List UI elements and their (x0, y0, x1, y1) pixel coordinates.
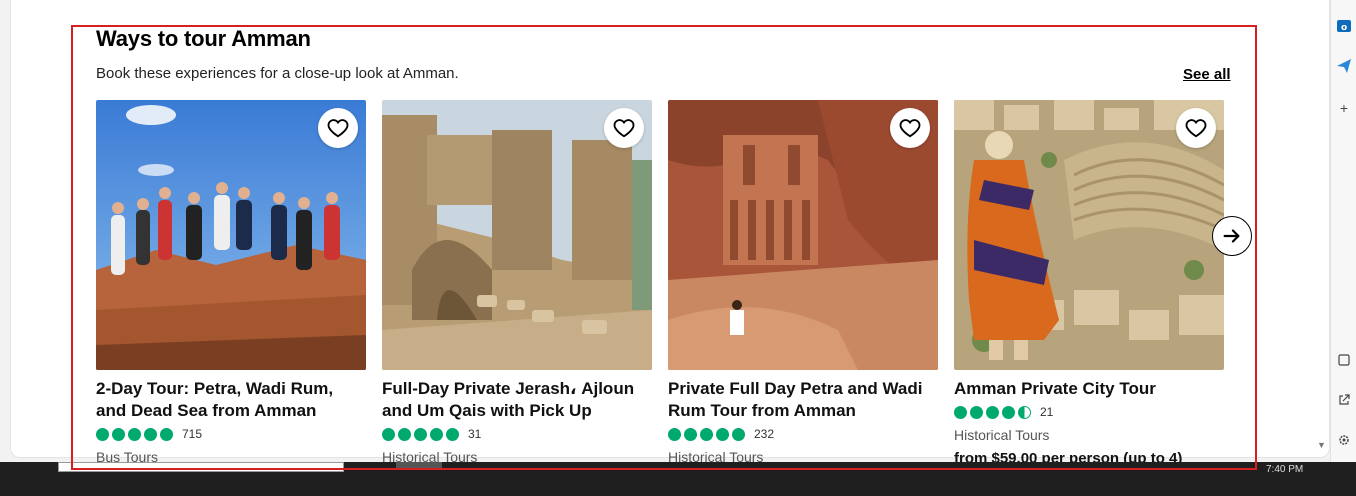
bubble-rating: 31 (382, 426, 652, 442)
rating-bubble (668, 427, 681, 441)
settings-gear-icon[interactable] (1336, 432, 1352, 448)
carousel-next-button[interactable] (1212, 216, 1252, 256)
tour-card[interactable]: 2-Day Tour: Petra, Wadi Rum, and Dead Se… (96, 100, 366, 465)
tour-title[interactable]: Private Full Day Petra and Wadi Rum Tour… (668, 378, 938, 422)
tour-photo-petra[interactable] (668, 100, 938, 370)
rating-bubble (732, 427, 745, 441)
review-count: 21 (1040, 405, 1054, 419)
bubble-rating: 232 (668, 426, 938, 442)
see-all-link[interactable]: See all (1183, 66, 1231, 83)
rating-bubble (1002, 405, 1015, 419)
taskbar-clock: 7:40 PM (1266, 464, 1304, 475)
rating-bubble (986, 405, 999, 419)
rating-bubble (414, 427, 427, 441)
section-title: Ways to tour Amman (96, 26, 311, 51)
tour-card[interactable]: Amman Private City Tour 21 Historical To… (954, 100, 1224, 467)
rating-bubble-half (1018, 405, 1031, 419)
external-link-icon[interactable] (1336, 392, 1352, 408)
bubble-rating: 21 (954, 404, 1224, 420)
tour-photo-amman-city[interactable] (954, 100, 1224, 370)
taskbar-app-item[interactable] (396, 462, 442, 470)
review-count: 31 (468, 427, 482, 441)
heart-icon (899, 119, 921, 138)
save-favorite-button[interactable] (604, 108, 644, 148)
heart-icon (327, 119, 349, 138)
rating-bubble (112, 427, 125, 441)
taskbar: 7:40 PM (0, 462, 1356, 496)
add-icon[interactable]: + (1336, 100, 1352, 116)
rating-bubble (700, 427, 713, 441)
rating-bubble (160, 427, 173, 441)
tour-photo-ruins[interactable] (382, 100, 652, 370)
tour-photo-group-jumping[interactable] (96, 100, 366, 370)
section-subtitle: Book these experiences for a close-up lo… (96, 65, 459, 82)
arrow-right-icon (1223, 229, 1240, 243)
tour-card[interactable]: Full-Day Private Jerash، Ajloun and Um Q… (382, 100, 652, 465)
save-favorite-button[interactable] (1176, 108, 1216, 148)
browser-sidebar: o + (1330, 0, 1356, 462)
rating-bubble (970, 405, 983, 419)
panel-toggle-icon[interactable] (1336, 352, 1352, 368)
rating-bubble (430, 427, 443, 441)
review-count: 232 (754, 427, 775, 441)
tour-card[interactable]: Private Full Day Petra and Wadi Rum Tour… (668, 100, 938, 465)
heart-icon (1185, 119, 1207, 138)
save-favorite-button[interactable] (890, 108, 930, 148)
tour-title[interactable]: 2-Day Tour: Petra, Wadi Rum, and Dead Se… (96, 378, 366, 422)
tour-category: Historical Tours (954, 427, 1050, 443)
rating-bubble (954, 405, 967, 419)
svg-text:o: o (1341, 23, 1347, 33)
send-icon[interactable] (1336, 58, 1352, 74)
rating-bubble (446, 427, 459, 441)
taskbar-search-box[interactable] (58, 462, 344, 472)
rating-bubble (684, 427, 697, 441)
scroll-down-arrow-icon[interactable]: ▼ (1317, 440, 1326, 450)
rating-bubble (144, 427, 157, 441)
tour-title[interactable]: Full-Day Private Jerash، Ajloun and Um Q… (382, 378, 652, 422)
tour-title[interactable]: Amman Private City Tour (954, 378, 1224, 400)
rating-bubble (382, 427, 395, 441)
rating-bubble (398, 427, 411, 441)
rating-bubble (716, 427, 729, 441)
rating-bubble (96, 427, 109, 441)
outlook-icon[interactable]: o (1336, 18, 1352, 34)
bubble-rating: 715 (96, 426, 366, 442)
rating-bubble (128, 427, 141, 441)
review-count: 715 (182, 427, 203, 441)
heart-icon (613, 119, 635, 138)
save-favorite-button[interactable] (318, 108, 358, 148)
